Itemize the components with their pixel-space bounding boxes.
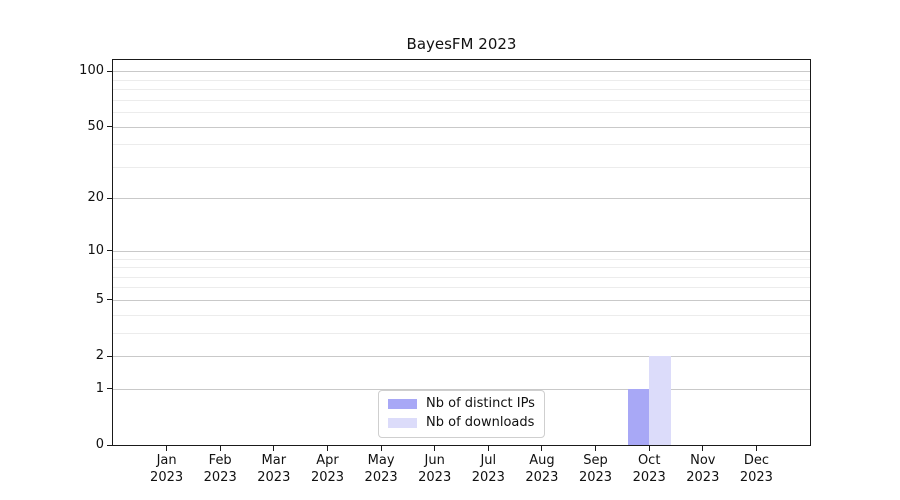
y-axis-tick [107, 388, 113, 390]
x-tick-month: Jul [480, 453, 497, 468]
x-axis-tick-label: Apr 2023 [298, 452, 358, 486]
y-axis-tick [107, 299, 113, 301]
x-tick-year: 2023 [203, 470, 237, 485]
gridline-minor [113, 79, 810, 81]
gridline-minor [113, 166, 810, 168]
y-axis-tick-label: 5 [95, 291, 104, 307]
bayesfm-download-stats-chart: BayesFM 2023 Nb of distinct IPs Nb of do… [0, 0, 900, 500]
legend-item-downloads: Nb of downloads [388, 416, 535, 430]
x-axis-tick [219, 446, 221, 451]
x-axis-tick [166, 446, 168, 451]
x-tick-month: Jan [156, 453, 177, 468]
legend-swatch-downloads [388, 418, 417, 428]
bar-nb-of-distinct-ips-oct [627, 388, 650, 445]
legend-label-distinct-ips: Nb of distinct IPs [426, 396, 535, 411]
x-tick-month: Feb [208, 453, 232, 468]
x-tick-year: 2023 [471, 470, 505, 485]
x-axis-tick [327, 446, 328, 451]
y-axis-tick-label: 50 [87, 118, 104, 134]
y-axis-tick-label: 0 [95, 437, 104, 452]
x-tick-year: 2023 [578, 470, 613, 485]
y-axis-tick [107, 70, 113, 72]
x-tick-month: Mar [261, 453, 287, 468]
x-axis-tick-label: Dec 2023 [726, 452, 786, 486]
x-axis-tick-label: Mar 2023 [244, 452, 304, 486]
x-tick-month: Nov [690, 453, 716, 468]
legend-item-distinct-ips: Nb of distinct IPs [388, 397, 535, 411]
x-axis-tick [541, 446, 543, 451]
x-axis-tick-label: May 2023 [351, 452, 411, 486]
x-axis-tick-label: Jun 2023 [405, 452, 465, 486]
x-axis-tick-label: Nov 2023 [673, 452, 733, 486]
x-axis-tick-label: Jan 2023 [137, 452, 197, 486]
y-axis-tick-label: 1 [95, 380, 104, 396]
x-tick-year: 2023 [686, 470, 720, 485]
x-tick-year: 2023 [257, 470, 291, 485]
gridline-minor [113, 287, 810, 289]
y-axis-tick-label: 10 [87, 242, 104, 258]
x-axis-tick-label: Oct 2023 [619, 452, 679, 486]
y-axis-tick [107, 197, 113, 199]
gridline-minor [113, 89, 810, 91]
x-tick-year: 2023 [150, 470, 184, 485]
x-tick-year: 2023 [364, 470, 398, 485]
y-axis-tick [107, 250, 113, 252]
x-axis-tick [702, 446, 704, 451]
x-tick-month: Dec [743, 453, 769, 468]
x-axis-tick [755, 446, 757, 451]
gridline-major [113, 198, 810, 200]
x-tick-month: May [367, 453, 395, 468]
x-tick-month: Oct [637, 453, 661, 468]
y-axis-tick-label: 100 [79, 63, 104, 79]
x-axis-tick [595, 446, 596, 451]
x-axis-tick-label: Feb 2023 [190, 452, 250, 486]
legend: Nb of distinct IPs Nb of downloads [378, 390, 545, 438]
x-tick-year: 2023 [310, 470, 345, 485]
x-tick-month: Sep [583, 453, 608, 468]
x-tick-year: 2023 [525, 470, 559, 485]
gridline-major [113, 250, 810, 252]
x-axis-tick [273, 446, 275, 451]
x-axis-tick [434, 446, 436, 451]
gridline-minor [113, 112, 810, 114]
y-axis-tick [107, 444, 113, 446]
gridline-minor [113, 314, 810, 316]
legend-swatch-distinct-ips [388, 399, 417, 409]
y-axis-tick-label: 20 [87, 190, 104, 206]
x-axis-tick-label: Jul 2023 [458, 452, 518, 486]
plot-area: Nb of distinct IPs Nb of downloads [112, 59, 811, 446]
x-tick-month: Apr [316, 453, 339, 468]
gridline-minor [113, 267, 810, 268]
gridline-minor [113, 276, 810, 278]
x-axis-tick-label: Aug 2023 [512, 452, 572, 486]
gridline-major [113, 356, 810, 357]
x-axis-tick [380, 446, 382, 451]
gridline-minor [113, 332, 810, 334]
x-tick-year: 2023 [739, 470, 773, 485]
gridline-minor [113, 258, 810, 260]
gridline-minor [113, 144, 810, 146]
y-axis-tick-label: 2 [95, 348, 104, 363]
x-tick-month: Jun [424, 453, 445, 468]
x-axis-tick-label: Sep 2023 [566, 452, 626, 486]
x-tick-month: Aug [529, 453, 555, 468]
y-axis-tick [107, 126, 113, 128]
gridline-major [113, 126, 810, 128]
gridline-major [113, 71, 810, 73]
x-tick-year: 2023 [632, 470, 666, 485]
gridline-major [113, 299, 810, 301]
x-tick-year: 2023 [418, 470, 452, 485]
x-axis-tick [648, 446, 650, 451]
chart-title: BayesFM 2023 [406, 35, 517, 53]
x-axis-tick [487, 446, 489, 451]
y-axis-tick [107, 355, 113, 357]
gridline-minor [113, 99, 810, 101]
bar-nb-of-downloads-oct [649, 356, 671, 445]
legend-label-downloads: Nb of downloads [426, 415, 535, 430]
